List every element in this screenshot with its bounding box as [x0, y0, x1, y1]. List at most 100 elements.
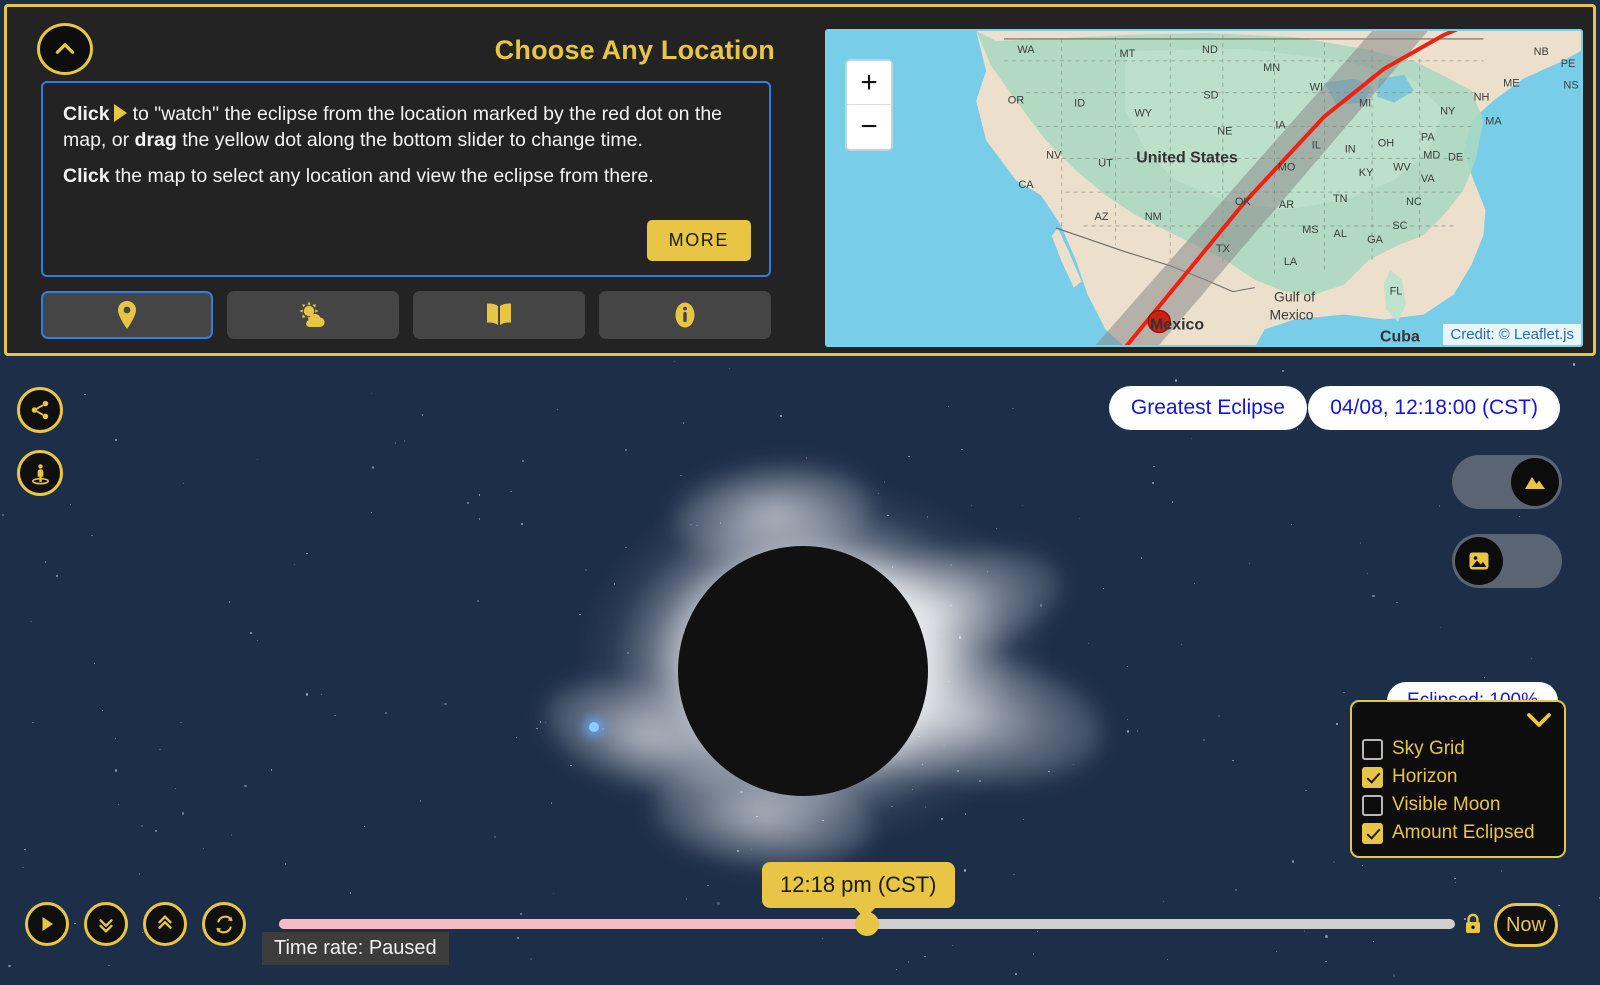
- svg-text:OK: OK: [1235, 196, 1252, 208]
- svg-text:WA: WA: [1017, 44, 1035, 56]
- eclipse-path-map[interactable]: WA MT ND MN SD WI MI OR ID WY NE IA NV UT IL IN OH P…: [825, 29, 1583, 347]
- greatest-eclipse-badge[interactable]: Greatest Eclipse: [1108, 386, 1307, 430]
- svg-text:NY: NY: [1440, 106, 1456, 118]
- tab-weather[interactable]: [227, 291, 399, 339]
- map-canvas: WA MT ND MN SD WI MI OR ID WY NE IA NV UT IL IN OH P…: [827, 31, 1581, 345]
- speed-up-button[interactable]: [143, 902, 187, 946]
- play-button[interactable]: [25, 902, 69, 946]
- svg-text:MA: MA: [1485, 116, 1502, 128]
- share-button[interactable]: [17, 387, 63, 433]
- tab-guide[interactable]: [413, 291, 585, 339]
- instruction-text-2: the map to select any location and view …: [115, 165, 654, 187]
- svg-text:AR: AR: [1279, 199, 1294, 211]
- amount-eclipsed-checkbox[interactable]: [1362, 822, 1383, 844]
- svg-text:VA: VA: [1421, 173, 1435, 185]
- setting-horizon[interactable]: Horizon: [1362, 766, 1554, 788]
- map-zoom-out-button[interactable]: −: [847, 105, 891, 149]
- refresh-icon: [215, 915, 233, 933]
- toggle-knob: [1455, 537, 1503, 585]
- choose-location-panel: Choose Any Location Click to "watch" the …: [4, 4, 1596, 356]
- info-icon: [675, 302, 695, 328]
- svg-text:Mexico: Mexico: [1269, 306, 1313, 322]
- venus-star: [589, 722, 599, 732]
- chevron-down-icon[interactable]: [1524, 710, 1554, 730]
- instruction-drag-bold: drag: [134, 129, 177, 151]
- svg-text:OR: OR: [1008, 95, 1025, 107]
- svg-text:FL: FL: [1390, 286, 1403, 298]
- tab-row: [41, 291, 771, 339]
- svg-text:TN: TN: [1333, 193, 1348, 205]
- eclipse-render: [503, 436, 1111, 906]
- svg-text:Gulf of: Gulf of: [1274, 289, 1315, 305]
- moon-silhouette: [678, 546, 928, 796]
- visible-moon-checkbox[interactable]: [1362, 794, 1383, 816]
- svg-text:AL: AL: [1334, 228, 1347, 240]
- more-button[interactable]: MORE: [646, 220, 751, 261]
- share-icon: [31, 400, 49, 420]
- sky-grid-label: Sky Grid: [1392, 738, 1465, 759]
- svg-text:Cuba: Cuba: [1380, 328, 1420, 345]
- panel-title: Choose Any Location: [494, 35, 775, 65]
- svg-text:SD: SD: [1203, 90, 1218, 102]
- current-time-bubble: 12:18 pm (CST): [762, 862, 955, 919]
- svg-text:WI: WI: [1310, 82, 1323, 94]
- svg-text:Mexico: Mexico: [1150, 316, 1204, 333]
- now-button[interactable]: Now: [1494, 903, 1558, 947]
- svg-text:NV: NV: [1046, 149, 1062, 161]
- observer-location-button[interactable]: [17, 450, 63, 496]
- lock-button[interactable]: [1463, 913, 1483, 940]
- svg-text:NB: NB: [1534, 46, 1549, 58]
- tab-info[interactable]: [599, 291, 771, 339]
- setting-visible-moon[interactable]: Visible Moon: [1362, 794, 1554, 816]
- svg-text:NM: NM: [1145, 211, 1162, 223]
- svg-text:DE: DE: [1448, 151, 1463, 163]
- reset-button[interactable]: [202, 902, 246, 946]
- svg-text:NC: NC: [1406, 196, 1422, 208]
- svg-text:IL: IL: [1312, 139, 1321, 151]
- instruction-line-2: Click the map to select any location and…: [63, 163, 749, 189]
- svg-text:PA: PA: [1421, 131, 1435, 143]
- horizon-toggle[interactable]: [1452, 455, 1562, 509]
- tab-location[interactable]: [41, 291, 213, 339]
- svg-text:NE: NE: [1217, 125, 1232, 137]
- instruction-line-1: Click to "watch" the eclipse from the loc…: [63, 101, 749, 153]
- amount-eclipsed-label: Amount Eclipsed: [1392, 822, 1535, 843]
- panel-left-column: Choose Any Location Click to "watch" the …: [7, 7, 797, 353]
- svg-text:ME: ME: [1503, 78, 1519, 90]
- svg-text:TX: TX: [1216, 243, 1231, 255]
- visible-moon-label: Visible Moon: [1392, 794, 1501, 815]
- instruction-click-bold-1: Click: [63, 103, 110, 125]
- time-rate-tooltip: Time rate: Paused: [262, 932, 449, 965]
- slow-down-button[interactable]: [84, 902, 128, 946]
- map-credit[interactable]: Credit: © Leaflet.js: [1443, 324, 1581, 345]
- time-slider-fill: [279, 919, 856, 929]
- play-icon-inline: [113, 104, 127, 122]
- svg-text:NS: NS: [1563, 80, 1578, 92]
- svg-text:SC: SC: [1392, 220, 1407, 232]
- instructions-box: Click to "watch" the eclipse from the loc…: [41, 81, 771, 277]
- svg-text:OH: OH: [1378, 137, 1394, 149]
- settings-header: [1362, 710, 1554, 732]
- chevron-up-icon: [55, 43, 75, 54]
- svg-text:CA: CA: [1018, 179, 1034, 191]
- svg-text:IN: IN: [1345, 143, 1356, 155]
- observer-location-icon: [31, 463, 49, 484]
- setting-sky-grid[interactable]: Sky Grid: [1362, 738, 1554, 760]
- instruction-text-1b: the yellow dot along the bottom slider t…: [182, 129, 643, 151]
- svg-text:MD: MD: [1423, 149, 1440, 161]
- svg-text:LA: LA: [1284, 256, 1298, 268]
- datetime-badge[interactable]: 04/08, 12:18:00 (CST): [1308, 386, 1560, 430]
- image-toggle[interactable]: [1452, 534, 1562, 588]
- lock-icon: [1466, 913, 1480, 933]
- sky-grid-checkbox[interactable]: [1362, 738, 1383, 760]
- setting-amount-eclipsed[interactable]: Amount Eclipsed: [1362, 822, 1554, 844]
- sky-settings-panel: Sky Grid Horizon Visible Moon Amount Ecl…: [1350, 700, 1566, 858]
- svg-text:United States: United States: [1136, 149, 1238, 166]
- map-zoom-in-button[interactable]: +: [847, 61, 891, 105]
- svg-text:WV: WV: [1393, 161, 1411, 173]
- double-chevron-down-icon: [99, 919, 113, 933]
- horizon-checkbox[interactable]: [1362, 766, 1383, 788]
- horizon-label: Horizon: [1392, 766, 1458, 787]
- panel-collapse-button[interactable]: [37, 23, 93, 75]
- svg-text:ND: ND: [1202, 44, 1218, 56]
